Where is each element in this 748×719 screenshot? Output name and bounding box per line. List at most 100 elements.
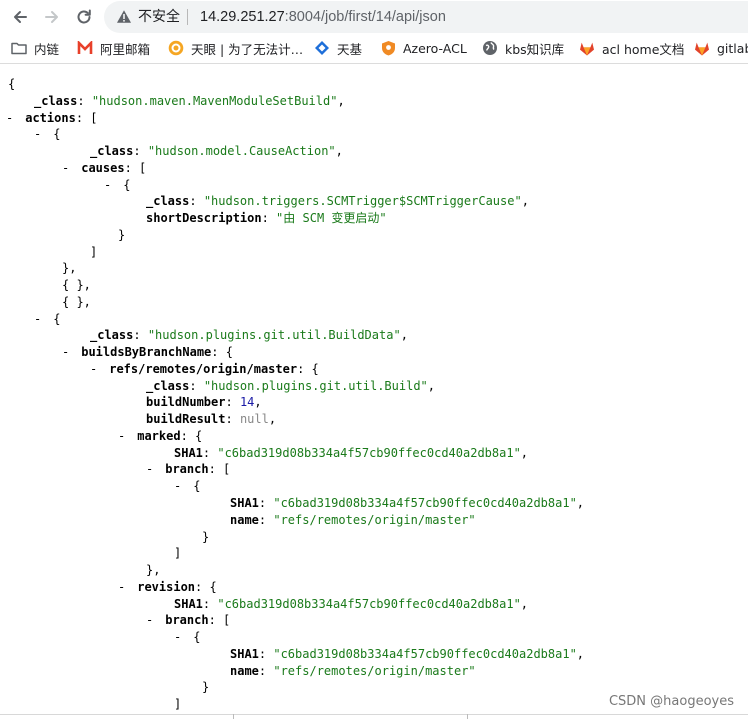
bookmark-item[interactable]: 天眼 | 为了无法计… (168, 39, 303, 57)
folder-icon (11, 40, 27, 56)
bookmark-item[interactable]: 天基 (314, 39, 362, 57)
collapse-toggle[interactable]: - (118, 579, 130, 595)
json-punctuation: { (218, 345, 233, 359)
collapse-toggle[interactable]: - (146, 461, 158, 477)
warning-icon[interactable] (116, 9, 132, 24)
url-path: :8004/job/first/14/api/json (284, 9, 446, 25)
forward-arrow-icon (45, 11, 58, 23)
json-line: shortDescription: "由 SCM 变更启动" (146, 211, 387, 225)
divider-tick (467, 714, 468, 719)
collapse-toggle[interactable]: - (34, 311, 46, 327)
json-value: "c6bad319d08b334a4f57cb90ffec0cd40a2db8a… (217, 597, 521, 611)
bookmark-item[interactable]: 阿里邮箱 (77, 39, 150, 57)
json-punctuation: , (520, 446, 529, 460)
collapse-toggle[interactable]: - (174, 629, 186, 645)
json-punctuation: , (521, 194, 529, 208)
json-line[interactable]: - marked: { (118, 428, 202, 444)
json-value: "c6bad319d08b334a4f57cb90ffec0cd40a2db8a… (217, 446, 521, 460)
json-line: }, (146, 562, 160, 578)
json-line[interactable]: - actions: [ (6, 110, 98, 126)
json-value: "hudson.triggers.SCMTrigger$SCMTriggerCa… (203, 194, 522, 208)
json-key: branch (165, 462, 209, 476)
bookmark-item[interactable]: gitlab (694, 39, 748, 57)
json-punctuation: }, (62, 261, 77, 275)
json-key: shortDescription (146, 211, 262, 225)
json-line[interactable]: - { (34, 311, 60, 327)
collapse-toggle[interactable]: - (62, 344, 74, 360)
collapse-toggle[interactable]: - (6, 110, 18, 126)
collapse-toggle[interactable]: - (90, 361, 102, 377)
back-arrow-icon (14, 11, 27, 23)
reload-button[interactable] (71, 4, 97, 30)
json-line: _class: "hudson.triggers.SCMTrigger$SCMT… (146, 194, 529, 208)
url-text[interactable]: 14.29.251.27:8004/job/first/14/api/json (200, 9, 446, 25)
bookmark-item[interactable]: 内链 (11, 39, 59, 57)
aliyun-mail-icon (77, 40, 93, 56)
json-line[interactable]: - { (174, 629, 200, 645)
collapse-toggle[interactable]: - (146, 612, 158, 628)
json-key: buildNumber (146, 395, 226, 409)
json-line: ] (174, 545, 181, 561)
json-punctuation: , (335, 144, 343, 158)
json-line: ] (90, 244, 97, 260)
json-line: _class: "hudson.plugins.git.util.BuildDa… (90, 328, 408, 342)
json-key: causes (81, 161, 125, 175)
json-line[interactable]: - branch: [ (146, 612, 230, 628)
bookmark-label: 阿里邮箱 (100, 41, 151, 57)
json-punctuation: [ (83, 111, 98, 125)
json-value: "c6bad319d08b334a4f57cb90ffec0cd40a2db8a… (273, 496, 577, 510)
json-value: "hudson.model.CauseAction" (147, 144, 336, 158)
json-line: buildResult: null, (146, 412, 277, 426)
json-punctuation: , (268, 412, 277, 426)
json-line[interactable]: - { (104, 177, 130, 193)
collapse-toggle[interactable]: - (174, 478, 186, 494)
json-value: null (239, 412, 269, 426)
json-key: SHA1 (174, 446, 203, 460)
json-line[interactable]: - revision: { (118, 579, 217, 595)
json-key: buildResult (146, 412, 226, 426)
bottom-divider (0, 714, 748, 715)
json-key: SHA1 (174, 597, 203, 611)
json-line[interactable]: - branch: [ (146, 461, 230, 477)
json-punctuation: , (400, 328, 408, 342)
json-line: _class: "hudson.maven.MavenModuleSetBuil… (34, 94, 345, 108)
json-punctuation: } (202, 680, 210, 694)
json-value: "refs/remotes/origin/master" (273, 513, 476, 527)
json-line: } (202, 679, 209, 695)
browser-toolbar: 不安全 14.29.251.27:8004/job/first/14/api/j… (0, 0, 748, 33)
bookmark-item[interactable]: Azero-ACL (380, 39, 467, 57)
bookmark-item[interactable]: kbs知识库 (482, 39, 564, 57)
forward-button[interactable] (39, 4, 65, 30)
json-punctuation: , (427, 379, 436, 393)
collapse-toggle[interactable]: - (104, 177, 116, 193)
collapse-toggle[interactable]: - (34, 126, 46, 142)
json-punctuation: , (337, 94, 345, 108)
json-line: buildNumber: 14, (146, 395, 262, 409)
json-line[interactable]: - buildsByBranchName: { (62, 344, 233, 360)
address-bar[interactable]: 不安全 14.29.251.27:8004/job/first/14/api/j… (104, 1, 748, 33)
bookmark-label: acl home文档 (602, 41, 685, 57)
json-key: actions (25, 111, 76, 125)
address-separator (187, 9, 188, 25)
collapse-toggle[interactable]: - (118, 428, 130, 444)
json-key: revision (137, 580, 196, 594)
json-punctuation: { }, (62, 295, 91, 309)
json-line[interactable]: - { (34, 126, 60, 142)
json-key: _class (90, 328, 134, 342)
json-line: { }, (62, 294, 91, 310)
json-key: refs/remotes/origin/master (109, 362, 298, 376)
json-value: 14 (239, 395, 255, 409)
json-line: }, (62, 260, 76, 276)
json-line[interactable]: - causes: [ (62, 160, 146, 176)
bookmark-item[interactable]: acl home文档 (579, 39, 684, 57)
back-button[interactable] (7, 4, 33, 30)
tianji-icon (314, 40, 330, 56)
json-key: branch (165, 613, 209, 627)
json-line[interactable]: - refs/remotes/origin/master: { (90, 361, 319, 377)
json-key: _class (90, 144, 134, 158)
json-value: "hudson.plugins.git.util.BuildData" (147, 328, 401, 342)
security-label[interactable]: 不安全 (138, 9, 180, 25)
collapse-toggle[interactable]: - (62, 160, 74, 176)
json-punctuation: }, (146, 563, 161, 577)
json-line[interactable]: - { (174, 478, 200, 494)
